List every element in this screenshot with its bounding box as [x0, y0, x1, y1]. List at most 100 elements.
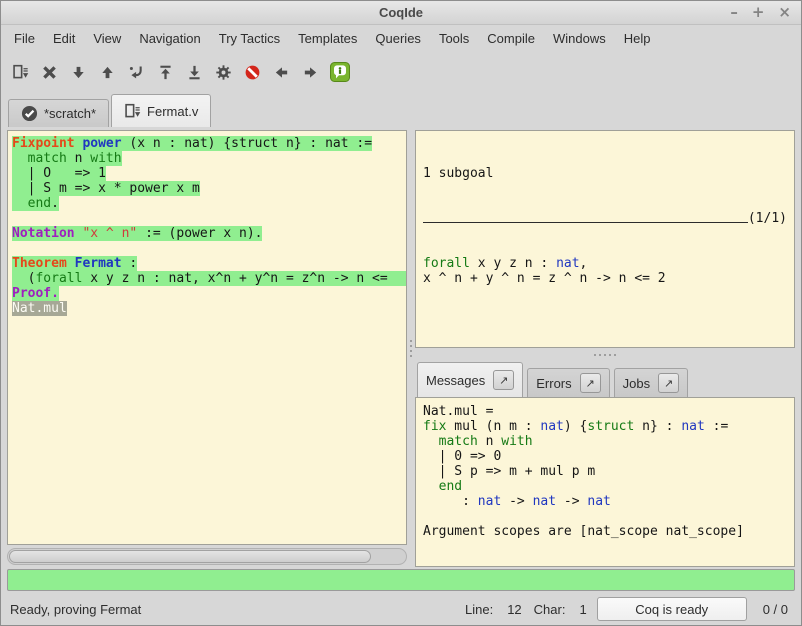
message-tabbar: Messages↗ Errors ↗ Jobs ↗ — [415, 361, 795, 397]
toolbar-save-button[interactable] — [7, 58, 34, 86]
goal-separator: (1/1) — [423, 211, 787, 226]
code-line: forall x y z n : nat, — [423, 256, 787, 271]
coq-state-indicator: Coq is ready — [597, 597, 747, 621]
gear-icon — [215, 64, 232, 81]
code-line: Fixpoint power (x n : nat) {struct n} : … — [12, 136, 406, 151]
code-line: end. — [12, 196, 406, 211]
toolbar-next-button[interactable] — [297, 58, 324, 86]
window-title: CoqIde — [379, 5, 423, 20]
menu-item-try-tactics[interactable]: Try Tactics — [210, 27, 289, 50]
info-balloon-icon — [330, 62, 350, 82]
right-column: 1 subgoal (1/1) forall x y z n : nat,x ^… — [415, 130, 795, 567]
progress-bar — [7, 569, 795, 591]
code-line: Theorem Fermat : — [12, 256, 406, 271]
coqide-window: CoqIde – + × FileEditViewNavigationTry T… — [0, 0, 802, 626]
close-x-icon — [41, 64, 58, 81]
code-line: end — [423, 479, 787, 494]
tab-fermat-v[interactable]: Fermat.v — [111, 94, 211, 127]
tab-messages[interactable]: Messages↗ — [417, 362, 523, 397]
code-line: | 0 => 0 — [423, 449, 787, 464]
arrow-left-icon — [273, 64, 290, 81]
toolbar-fully-check-button[interactable] — [210, 58, 237, 86]
toolbar-interrupt-button[interactable] — [239, 58, 266, 86]
status-message: Ready, proving Fermat — [10, 602, 465, 617]
code-line — [12, 241, 406, 256]
menu-item-file[interactable]: File — [5, 27, 44, 50]
tab-label: *scratch* — [44, 106, 96, 121]
subgoal-header: 1 subgoal — [423, 166, 787, 181]
detach-arrow-icon[interactable]: ↗ — [493, 370, 514, 390]
toolbar-forward-one-command-button[interactable] — [65, 58, 92, 86]
code-line — [423, 509, 787, 524]
tab-label: Errors — [536, 376, 571, 391]
toolbar-close-button[interactable] — [36, 58, 63, 86]
menu-item-templates[interactable]: Templates — [289, 27, 366, 50]
char-value: 1 — [579, 602, 586, 617]
horizontal-scrollbar[interactable] — [7, 548, 407, 565]
close-icon[interactable]: × — [778, 5, 791, 20]
toolbar-previous-button[interactable] — [268, 58, 295, 86]
arrow-to-top-icon — [157, 64, 174, 81]
messages-pane[interactable]: Nat.mul =fix mul (n m : nat) {struct n} … — [415, 397, 795, 567]
tab-label: Jobs — [623, 376, 650, 391]
line-value: 12 — [507, 602, 521, 617]
menu-item-queries[interactable]: Queries — [366, 27, 430, 50]
tab-errors[interactable]: Errors ↗ — [527, 368, 609, 397]
char-label: Char: — [534, 602, 566, 617]
code-line: Nat.mul = — [423, 404, 787, 419]
check-circle-icon — [21, 105, 38, 122]
menu-item-tools[interactable]: Tools — [430, 27, 478, 50]
code-line: match n with — [423, 434, 787, 449]
menu-item-compile[interactable]: Compile — [478, 27, 544, 50]
arrow-right-icon — [302, 64, 319, 81]
tab-label: Fermat.v — [147, 104, 198, 119]
menu-item-help[interactable]: Help — [615, 27, 660, 50]
code-line: x ^ n + y ^ n = z ^ n -> n <= 2 — [423, 271, 787, 286]
document-tabbar: *scratch* Fermat.v — [1, 92, 801, 127]
detach-arrow-icon[interactable]: ↗ — [658, 373, 679, 393]
toolbar-restart-button[interactable] — [152, 58, 179, 86]
toolbar — [1, 52, 801, 92]
maximize-icon[interactable]: + — [752, 5, 765, 20]
code-line: | S m => x * power x m — [12, 181, 406, 196]
code-line: : nat -> nat -> nat — [423, 494, 787, 509]
toolbar-go-to-cursor-button[interactable] — [123, 58, 150, 86]
code-line: Nat.mul — [12, 301, 406, 316]
main-area: Fixpoint power (x n : nat) {struct n} : … — [1, 127, 801, 567]
code-line: Notation "x ^ n" := (power x n). — [12, 226, 406, 241]
jobs-count: 0 / 0 — [763, 602, 788, 617]
titlebar[interactable]: CoqIde – + × — [1, 1, 801, 25]
editor[interactable]: Fixpoint power (x n : nat) {struct n} : … — [7, 130, 407, 545]
code-line: fix mul (n m : nat) {struct n} : nat := — [423, 419, 787, 434]
save-page-icon — [124, 103, 141, 120]
code-line: | O => 1 — [12, 166, 406, 181]
toolbar-backward-one-command-button[interactable] — [94, 58, 121, 86]
toolbar-go-to-end-button[interactable] — [181, 58, 208, 86]
code-line: Argument scopes are [nat_scope nat_scope… — [423, 524, 787, 539]
code-line: Proof. — [12, 286, 406, 301]
line-label: Line: — [465, 602, 493, 617]
detach-arrow-icon[interactable]: ↗ — [580, 373, 601, 393]
subgoal-counter: (1/1) — [748, 211, 787, 226]
menu-item-windows[interactable]: Windows — [544, 27, 615, 50]
tab-jobs[interactable]: Jobs ↗ — [614, 368, 688, 397]
minimize-icon[interactable]: – — [730, 5, 738, 20]
code-line: match n with — [12, 151, 406, 166]
menu-item-view[interactable]: View — [84, 27, 130, 50]
code-line — [12, 211, 406, 226]
editor-column: Fixpoint power (x n : nat) {struct n} : … — [7, 130, 407, 567]
tab-scratch[interactable]: *scratch* — [8, 99, 109, 127]
goal-pane[interactable]: 1 subgoal (1/1) forall x y z n : nat,x ^… — [415, 130, 795, 348]
toolbar-about-button[interactable] — [326, 58, 353, 86]
vertical-splitter[interactable] — [407, 130, 415, 567]
arrow-down-icon — [70, 64, 87, 81]
goto-cursor-icon — [128, 64, 145, 81]
scrollbar-thumb[interactable] — [9, 550, 371, 563]
arrow-to-bottom-icon — [186, 64, 203, 81]
save-page-icon — [12, 64, 29, 81]
menubar: FileEditViewNavigationTry TacticsTemplat… — [1, 25, 801, 52]
code-line: | S p => m + mul p m — [423, 464, 787, 479]
menu-item-edit[interactable]: Edit — [44, 27, 84, 50]
horizontal-splitter[interactable] — [415, 348, 795, 361]
menu-item-navigation[interactable]: Navigation — [130, 27, 209, 50]
